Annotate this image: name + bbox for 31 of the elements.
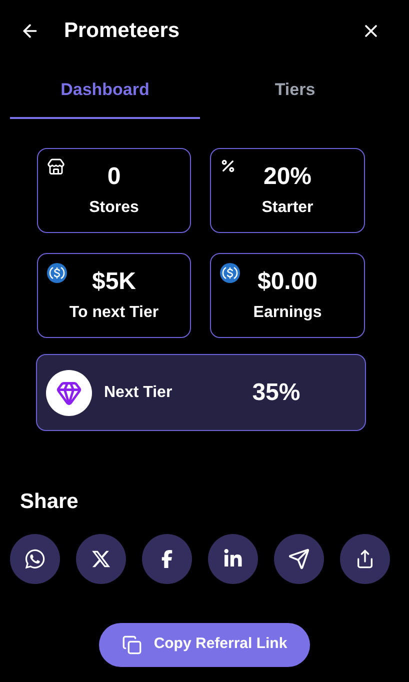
dollar-coin-icon bbox=[47, 263, 67, 283]
percent-icon bbox=[220, 158, 236, 174]
tab[interactable]: Dashboard bbox=[10, 62, 200, 119]
dollar-coin-icon bbox=[220, 263, 240, 283]
stat-value: $5K bbox=[92, 266, 136, 296]
share-button[interactable] bbox=[10, 534, 60, 584]
stat-label: Stores bbox=[89, 198, 139, 218]
stat-label: Earnings bbox=[253, 302, 322, 322]
linkedin-icon bbox=[223, 548, 243, 568]
tab[interactable]: Tiers bbox=[200, 62, 390, 119]
x-logo-icon bbox=[91, 548, 111, 568]
next-tier-percent: 35% bbox=[252, 378, 300, 408]
copy-icon bbox=[122, 634, 142, 654]
share-button[interactable] bbox=[142, 534, 192, 584]
share-heading: Share bbox=[20, 489, 78, 515]
share-button[interactable] bbox=[208, 534, 258, 584]
share-button[interactable] bbox=[274, 534, 324, 584]
paper-plane-icon bbox=[288, 548, 310, 570]
share-icon bbox=[355, 548, 375, 568]
share-button[interactable] bbox=[340, 534, 390, 584]
page-title: Prometeers bbox=[64, 18, 180, 44]
share-button[interactable] bbox=[76, 534, 126, 584]
stat-value: $0.00 bbox=[257, 266, 318, 296]
next-tier-label: Next Tier bbox=[104, 382, 172, 402]
copy-referral-link-button[interactable]: Copy Referral Link bbox=[99, 622, 310, 666]
stat-value: 20% bbox=[263, 162, 312, 192]
stat-label: Starter bbox=[262, 198, 314, 218]
whatsapp-icon bbox=[24, 548, 46, 570]
stat-label: To next Tier bbox=[69, 302, 159, 322]
stat-value: 0 bbox=[107, 162, 121, 192]
store-icon bbox=[47, 158, 65, 176]
